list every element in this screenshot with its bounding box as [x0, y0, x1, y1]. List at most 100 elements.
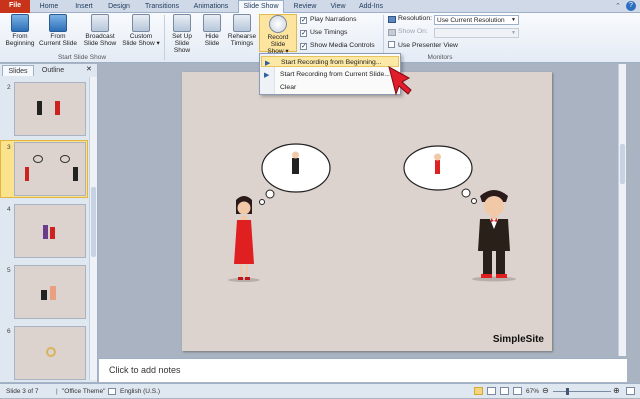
vertical-scrollbar[interactable]: [618, 64, 626, 356]
from-current-slide-button[interactable]: From Current Slide: [38, 14, 78, 47]
thought-bubble-left: [259, 143, 331, 205]
monitor-icon: [388, 29, 396, 36]
record-clock-icon: [269, 15, 287, 33]
tab-transitions[interactable]: Transitions: [140, 1, 184, 13]
tab-design[interactable]: Design: [104, 1, 134, 13]
slide-thumbnail-2[interactable]: [14, 82, 86, 136]
slide-thumbnail-5[interactable]: [14, 265, 86, 319]
hide-slide-button[interactable]: Hide Slide: [199, 14, 225, 47]
tab-review[interactable]: Review: [290, 1, 320, 13]
from-beginning-button[interactable]: From Beginning: [2, 14, 38, 47]
scrollbar-thumb[interactable]: [620, 144, 625, 184]
slide-thumbnail-3[interactable]: [14, 142, 86, 196]
zoom-out-icon[interactable]: ⊖: [542, 387, 549, 395]
tab-home[interactable]: Home: [36, 1, 62, 13]
zoom-in-icon[interactable]: ⊕: [613, 387, 620, 395]
woman-figure: [228, 196, 260, 282]
broadcast-slide-show-button[interactable]: Broadcast Slide Show: [80, 14, 120, 47]
rehearse-timings-button[interactable]: Rehearse Timings: [226, 14, 258, 47]
setup-icon: [173, 14, 191, 32]
help-icon[interactable]: ?: [626, 1, 636, 11]
record-slide-show-button[interactable]: Record Slide Show ▾: [259, 14, 297, 55]
man-figure: [472, 190, 516, 282]
close-icon[interactable]: ✕: [86, 65, 92, 73]
figure-icon: [25, 167, 29, 181]
zoom-slider[interactable]: [553, 391, 611, 392]
slide-thumbnail-6[interactable]: [14, 326, 86, 380]
slide-thumbnail-4[interactable]: [14, 204, 86, 258]
theme-name: "Office Theme": [62, 388, 106, 395]
record-icon: ▶: [265, 60, 271, 67]
clear-item[interactable]: Clear: [261, 82, 399, 93]
separator: |: [56, 388, 58, 395]
group-separator: [164, 15, 165, 60]
slide-sorter-icon[interactable]: [487, 387, 496, 395]
stopwatch-icon: [233, 14, 251, 32]
notes-placeholder: Click to add notes: [109, 365, 181, 375]
reading-view-icon[interactable]: [500, 387, 509, 395]
group-label-monitors: Monitors: [427, 54, 453, 61]
figure-icon: [43, 225, 48, 239]
slideshow-current-icon: [49, 14, 67, 32]
show-media-controls-checkbox[interactable]: ✓ Show Media Controls: [300, 41, 375, 51]
custom-show-icon: [132, 14, 150, 32]
zoom-level[interactable]: 67%: [526, 384, 539, 399]
slide-number: 5: [7, 267, 11, 274]
slide-illustration: [228, 143, 516, 282]
slide-show-view-icon[interactable]: [513, 387, 522, 395]
monitor-icon: [388, 16, 396, 23]
checkbox-checked-icon: ✓: [300, 30, 307, 37]
spellcheck-icon[interactable]: [108, 388, 116, 395]
brand-logo: SimpleSite: [492, 334, 544, 345]
minimize-ribbon-icon[interactable]: ⌃: [615, 2, 624, 11]
figure-icon: [50, 286, 56, 300]
checkbox-checked-icon: ✓: [300, 43, 307, 50]
resolution-label: Resolution:: [398, 15, 433, 22]
custom-slide-show-button[interactable]: Custom Slide Show ▾: [120, 14, 162, 47]
chevron-down-icon: ▼: [511, 30, 516, 36]
ribbon-tab-bar: File Home Insert Design Transitions Anim…: [0, 0, 640, 13]
figure-icon: [55, 101, 60, 115]
tab-view[interactable]: View: [326, 1, 350, 13]
scrollbar-thumb[interactable]: [91, 187, 96, 257]
tab-add-ins[interactable]: Add-Ins: [356, 1, 386, 13]
slides-pane: Slides Outline ✕ 2 3 4 5 6: [0, 64, 98, 382]
use-presenter-view-checkbox[interactable]: Use Presenter View: [388, 41, 458, 51]
status-bar: Slide 3 of 7 | "Office Theme" English (U…: [0, 383, 640, 398]
zoom-slider-thumb[interactable]: [566, 388, 569, 395]
tab-file[interactable]: File: [0, 0, 30, 13]
notes-pane[interactable]: Click to add notes: [99, 358, 627, 382]
set-up-slide-show-button[interactable]: Set Up Slide Show: [166, 14, 198, 54]
tab-slides[interactable]: Slides: [2, 65, 34, 76]
slide-number: 6: [7, 328, 11, 335]
show-on-select[interactable]: ▼: [434, 28, 519, 38]
record-dropdown-menu: ▶ Start Recording from Beginning... ▶ St…: [259, 53, 401, 95]
figure-icon: [41, 290, 47, 300]
slides-scrollbar[interactable]: [89, 77, 97, 380]
use-timings-checkbox[interactable]: ✓ Use Timings: [300, 28, 347, 38]
slide-number: 2: [7, 84, 11, 91]
resolution-select[interactable]: Use Current Resolution ▼: [434, 15, 519, 25]
start-recording-from-current-item[interactable]: ▶ Start Recording from Current Slide...: [261, 69, 399, 80]
play-narrations-checkbox[interactable]: ✓ Play Narrations: [300, 15, 356, 25]
hide-slide-icon: [203, 14, 221, 32]
figure-icon: [50, 227, 55, 239]
thought-bubble-icon: [33, 155, 43, 163]
figure-icon: [37, 101, 42, 115]
slide-counter: Slide 3 of 7: [6, 388, 39, 395]
tab-outline[interactable]: Outline: [36, 65, 70, 76]
start-recording-from-beginning-item[interactable]: ▶ Start Recording from Beginning...: [261, 56, 399, 67]
chevron-down-icon: ▼: [511, 17, 516, 23]
tab-insert[interactable]: Insert: [70, 1, 98, 13]
tab-animations[interactable]: Animations: [190, 1, 232, 13]
tab-slide-show[interactable]: Slide Show: [238, 0, 284, 13]
language[interactable]: English (U.S.): [120, 384, 160, 399]
pointer-arrow-icon: [388, 66, 412, 96]
record-icon: ▶: [264, 72, 270, 79]
normal-view-icon[interactable]: [474, 387, 483, 395]
checkbox-unchecked-icon: [388, 41, 395, 48]
fit-to-window-icon[interactable]: [626, 387, 635, 395]
slide-number: 3: [7, 144, 11, 151]
broadcast-icon: [91, 14, 109, 32]
slide-canvas[interactable]: SimpleSite: [182, 72, 552, 351]
